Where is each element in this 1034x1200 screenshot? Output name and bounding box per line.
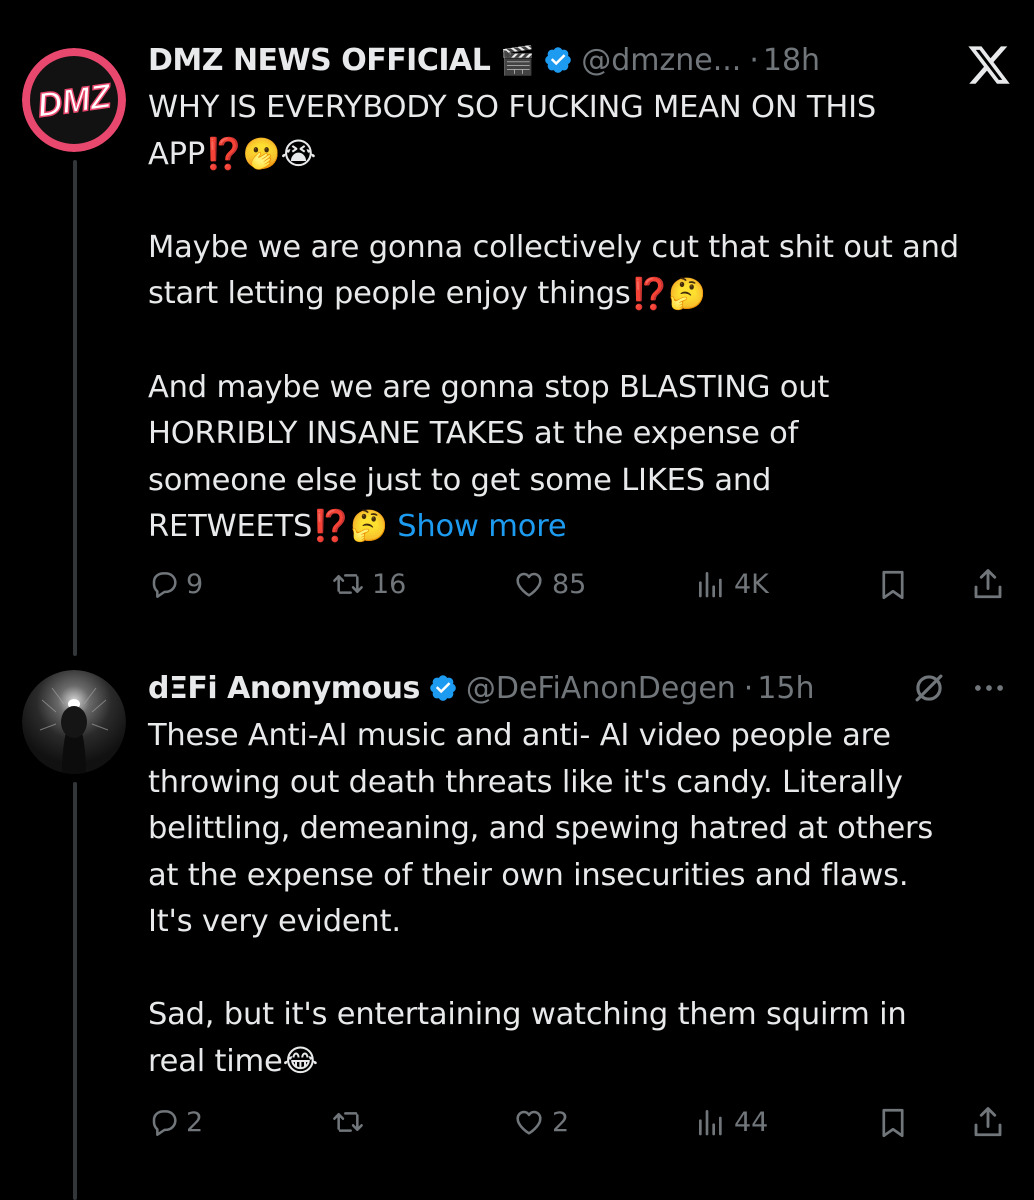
views-chart-icon bbox=[699, 572, 722, 598]
retweet-button[interactable] bbox=[330, 1106, 372, 1138]
share-button[interactable] bbox=[970, 1104, 1006, 1140]
reply-count: 2 bbox=[186, 1106, 204, 1138]
text-line: start letting people enjoy things⁉️🤔 bbox=[148, 271, 1018, 318]
bookmark-button[interactable] bbox=[876, 1106, 910, 1140]
views-button[interactable]: 44 bbox=[694, 1106, 768, 1138]
tweet1-header: DMZ NEWS OFFICIAL 🎬 @dmzne... · 18h bbox=[148, 36, 820, 84]
handle[interactable]: @DeFiAnonDegen bbox=[466, 671, 736, 706]
tweet1-action-bar: 9 16 85 4K bbox=[148, 566, 1018, 610]
reply-button[interactable]: 9 bbox=[148, 568, 203, 600]
emoji-group: ⁉️🫢😭 bbox=[205, 136, 317, 172]
bookmark-icon bbox=[882, 1108, 904, 1138]
share-icon bbox=[974, 1107, 1002, 1137]
timestamp[interactable]: 18h bbox=[763, 43, 820, 78]
avatar-defi-anonymous[interactable] bbox=[22, 670, 126, 774]
show-more-link[interactable]: Show more bbox=[397, 509, 566, 544]
text-line: real time😂 bbox=[148, 1039, 1018, 1086]
handle[interactable]: @dmzne... bbox=[581, 43, 741, 78]
text-line: throwing out death threats like it's can… bbox=[148, 764, 903, 800]
tweet2-action-bar: 2 2 44 bbox=[148, 1104, 1018, 1148]
more-options-icon[interactable] bbox=[970, 669, 1008, 707]
tweet2-body: These Anti-AI music and anti- AI video p… bbox=[148, 713, 1018, 1085]
views-count: 4K bbox=[734, 568, 769, 600]
verified-badge-icon bbox=[430, 675, 456, 701]
text-line: RETWEETS⁉️🤔 Show more bbox=[148, 504, 1018, 551]
text-line: HORRIBLY INSANE TAKES at the expense of bbox=[148, 416, 799, 451]
thread-connector-line-lower bbox=[73, 782, 77, 1200]
emoji-group: 😂 bbox=[282, 1043, 319, 1079]
text-line: at the expense of their own insecurities… bbox=[148, 857, 909, 893]
like-button[interactable]: 85 bbox=[512, 568, 586, 600]
like-count: 85 bbox=[552, 568, 587, 600]
display-name[interactable]: dΞFi Anonymous bbox=[148, 671, 420, 706]
text-line: someone else just to get some LIKES and bbox=[148, 462, 772, 498]
separator-dot: · bbox=[743, 670, 754, 706]
text-line: These Anti-AI music and anti- AI video p… bbox=[148, 718, 891, 753]
reply-icon bbox=[152, 572, 177, 598]
views-count: 44 bbox=[734, 1106, 769, 1138]
avatar-dmz-news[interactable]: DMZ bbox=[22, 48, 126, 152]
text-line: Maybe we are gonna collectively cut that… bbox=[148, 229, 959, 265]
tweet1-body: WHY IS EVERYBODY SO FUCKING MEAN ON THIS… bbox=[148, 85, 1018, 551]
reply-count: 9 bbox=[186, 568, 204, 600]
bookmark-button[interactable] bbox=[876, 568, 910, 602]
retweet-icon bbox=[333, 1112, 363, 1132]
text-line: belittling, demeaning, and spewing hatre… bbox=[148, 811, 934, 846]
emoji-group: ⁉️🤔 bbox=[312, 509, 388, 545]
share-button[interactable] bbox=[970, 566, 1006, 602]
bookmark-icon bbox=[882, 570, 904, 600]
text-line: And maybe we are gonna stop BLASTING out bbox=[148, 369, 830, 405]
text-line: WHY IS EVERYBODY SO FUCKING MEAN ON THIS bbox=[148, 90, 877, 125]
share-icon bbox=[974, 569, 1002, 599]
tweet2-header: dΞFi Anonymous @DeFiAnonDegen · 15h bbox=[148, 664, 815, 712]
separator-dot: · bbox=[749, 42, 759, 78]
like-count: 2 bbox=[552, 1106, 570, 1138]
reply-button[interactable]: 2 bbox=[148, 1106, 203, 1138]
text-line: APP⁉️🫢😭 bbox=[148, 132, 1018, 179]
retweet-button[interactable]: 16 bbox=[330, 568, 406, 600]
thread-connector-line bbox=[73, 160, 77, 656]
grok-slash-icon[interactable] bbox=[910, 669, 948, 707]
verified-badge-icon bbox=[545, 47, 572, 73]
clapperboard-emoji: 🎬 bbox=[500, 43, 536, 77]
reply-icon bbox=[152, 1110, 177, 1136]
retweet-icon bbox=[333, 574, 363, 594]
heart-icon bbox=[516, 572, 542, 597]
views-button[interactable]: 4K bbox=[694, 568, 769, 600]
x-logo-icon bbox=[968, 46, 1010, 84]
text-line: It's very evident. bbox=[148, 904, 401, 939]
retweet-count: 16 bbox=[372, 568, 407, 600]
like-button[interactable]: 2 bbox=[512, 1106, 569, 1138]
display-name[interactable]: DMZ NEWS OFFICIAL bbox=[148, 43, 491, 78]
text-line: Sad, but it's entertaining watching them… bbox=[148, 997, 907, 1032]
views-chart-icon bbox=[699, 1110, 722, 1136]
timestamp[interactable]: 15h bbox=[757, 671, 814, 706]
heart-icon bbox=[516, 1110, 542, 1135]
emoji-group: ⁉️🤔 bbox=[630, 276, 707, 312]
